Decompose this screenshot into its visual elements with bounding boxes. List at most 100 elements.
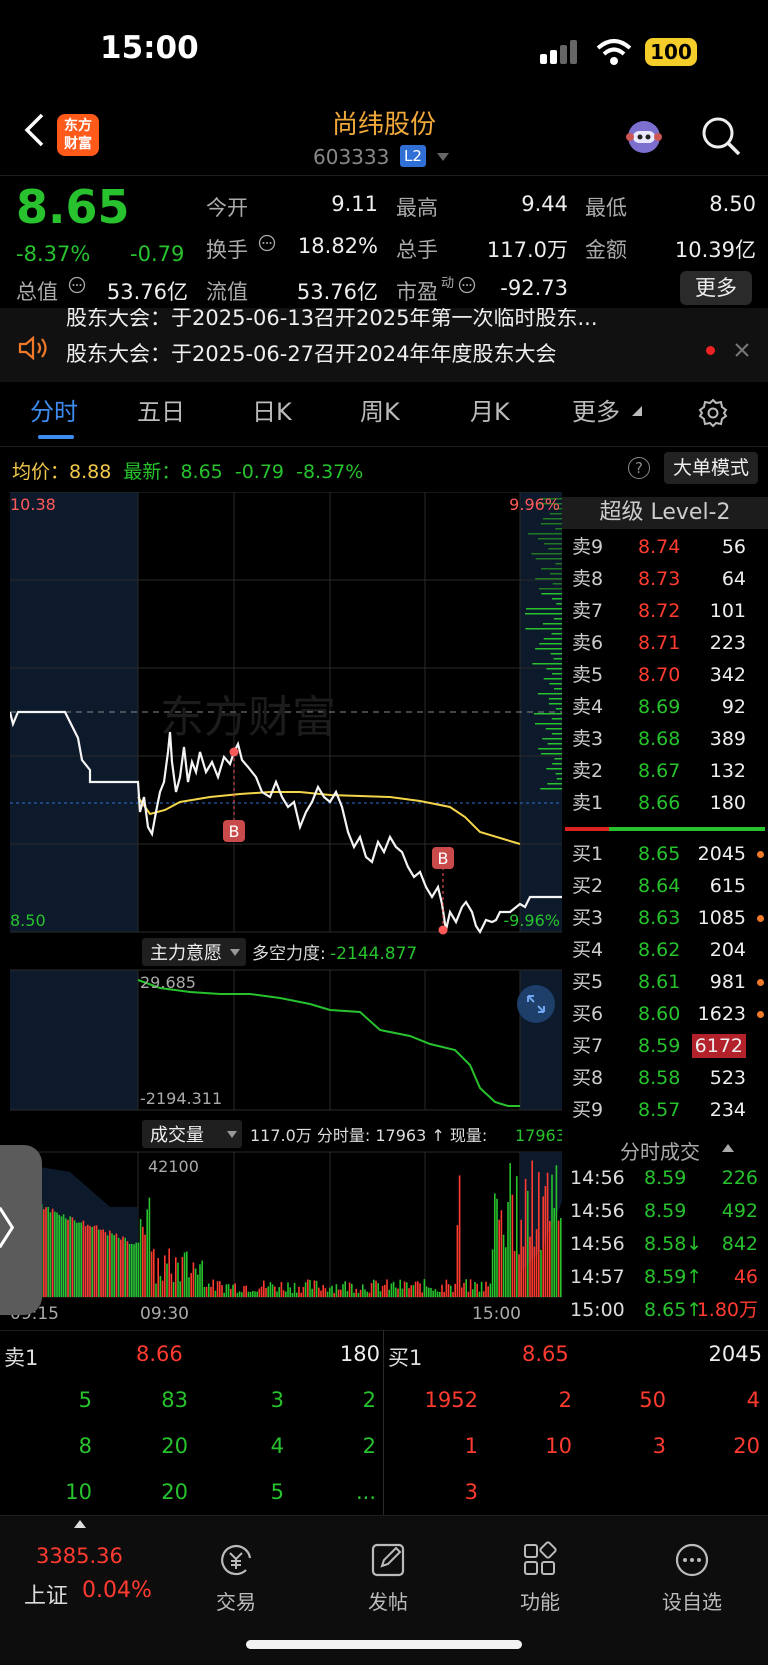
ask-row[interactable]: 卖3 8.68 389	[572, 723, 768, 755]
volume-bar	[546, 1172, 549, 1297]
low-label: 最低	[585, 196, 627, 220]
expand-button[interactable]	[517, 985, 555, 1023]
level-volume: 981	[709, 971, 746, 993]
bid-row[interactable]: 买5 8.61 981	[572, 966, 768, 998]
queue-buy-label: 买1	[388, 1346, 423, 1370]
ask-row[interactable]: 卖6 8.71 223	[572, 627, 768, 659]
tick-row: 14:56 8.59 226	[570, 1162, 766, 1194]
tab-daily-k[interactable]: 日K	[252, 392, 292, 427]
tick-trades-title[interactable]: 分时成交	[620, 1136, 700, 1165]
nav-watchlist[interactable]: 设自选	[642, 1540, 742, 1615]
level-label: 买9	[572, 1099, 604, 1121]
info-dots-icon[interactable]	[458, 276, 476, 294]
info-dots-icon[interactable]	[258, 234, 276, 252]
buy-queue-cell: 50	[639, 1388, 666, 1412]
home-indicator[interactable]	[246, 1640, 522, 1649]
open-value: 9.11	[331, 192, 378, 216]
nav-trade[interactable]: 交易	[186, 1540, 286, 1615]
bid-row[interactable]: 买1 8.65 2045	[572, 838, 768, 870]
bid-row[interactable]: 买8 8.58 523	[572, 1062, 768, 1094]
depth-bar	[542, 623, 562, 625]
volume-bar	[104, 1232, 107, 1297]
tab-five-day[interactable]: 五日	[137, 392, 185, 427]
avg-value: 8.88	[69, 461, 112, 483]
volume-bar	[313, 1280, 316, 1297]
nav-functions[interactable]: 功能	[490, 1540, 590, 1615]
volume-bar	[432, 1290, 434, 1297]
ask-row[interactable]: 卖4 8.69 92	[572, 691, 768, 723]
nav-post[interactable]: 发帖	[338, 1540, 438, 1615]
level-price: 8.69	[638, 696, 681, 718]
index-value[interactable]: 3385.36	[36, 1544, 123, 1568]
ask-row[interactable]: 卖7 8.72 101	[572, 595, 768, 627]
depth-bar	[526, 608, 562, 610]
queue-sell-label: 卖1	[4, 1346, 39, 1370]
volume-bar	[179, 1281, 181, 1297]
volume-bar	[410, 1285, 412, 1297]
volume-bar	[456, 1225, 459, 1297]
pct-axis-low: -9.96%	[503, 911, 560, 930]
intraday-chart[interactable]: 东方财富 B B 10.38 8.50 9.96% -9.96% 主力意愿 多空…	[10, 492, 562, 1322]
float-cap-value: 53.76亿	[296, 280, 378, 304]
depth-bar	[543, 678, 562, 680]
help-icon[interactable]: ?	[628, 457, 650, 479]
volume-bar	[274, 1286, 276, 1297]
level-price: 8.61	[638, 971, 681, 993]
tick-row: 14:56 8.59 492	[570, 1195, 766, 1227]
volume-bar	[254, 1291, 256, 1297]
volume-bar	[144, 1234, 146, 1297]
ask-row[interactable]: 卖5 8.70 342	[572, 659, 768, 691]
bid-row[interactable]: 买7 8.59 6172	[572, 1030, 768, 1062]
depth-bar	[554, 758, 562, 760]
more-quote-button[interactable]: 更多	[680, 271, 752, 305]
side-drawer-handle[interactable]: 〉	[0, 1145, 42, 1315]
notice-banner[interactable]: 股东大会：于2025-06-13召开2025年第一次临时股东... 股东大会：于…	[0, 308, 768, 382]
close-icon[interactable]	[734, 342, 750, 358]
bid-row[interactable]: 买2 8.64 615	[572, 870, 768, 902]
tab-intraday[interactable]: 分时	[30, 392, 78, 427]
level-volume: 1623	[697, 1003, 746, 1025]
volume-bar	[128, 1244, 131, 1297]
tab-weekly-k[interactable]: 周K	[360, 392, 400, 427]
volume-bar	[322, 1284, 324, 1297]
volume-bar	[131, 1243, 133, 1297]
tick-volume: 492	[721, 1200, 758, 1222]
volume-bar	[278, 1287, 280, 1297]
depth-bar	[548, 548, 562, 550]
depth-bar	[555, 528, 562, 530]
bid-row[interactable]: 买4 8.62 204	[572, 934, 768, 966]
ask-row[interactable]: 卖2 8.67 132	[572, 755, 768, 787]
tick-price: 8.58↓	[644, 1233, 703, 1255]
caret-up-icon[interactable]	[722, 1144, 734, 1152]
bid-row[interactable]: 买6 8.60 1623	[572, 998, 768, 1030]
tab-monthly-k[interactable]: 月K	[470, 392, 510, 427]
volume-bar	[483, 1291, 485, 1297]
depth-bar	[538, 748, 562, 750]
level-volume: 342	[709, 664, 746, 686]
depth-bar	[540, 523, 562, 525]
volume-bar	[267, 1286, 269, 1297]
ask-row[interactable]: 卖1 8.66 180	[572, 787, 768, 819]
index-name[interactable]: 上证	[24, 1578, 68, 1610]
info-dots-icon[interactable]	[68, 276, 86, 294]
caret-down-icon[interactable]	[437, 153, 449, 161]
volume-bar	[370, 1283, 373, 1297]
search-icon[interactable]	[700, 115, 742, 157]
ask-row[interactable]: 卖9 8.74 56	[572, 531, 768, 563]
bid-row[interactable]: 买9 8.57 234	[572, 1094, 768, 1126]
level-volume: 615	[709, 875, 746, 897]
index-percent[interactable]: 0.04%	[82, 1578, 152, 1603]
bid-row[interactable]: 买3 8.63 1085	[572, 902, 768, 934]
volume-bar	[157, 1258, 159, 1297]
indicator-label: 多空力度:	[252, 944, 326, 964]
robot-assistant-icon[interactable]	[623, 115, 665, 157]
volume-bar	[98, 1229, 100, 1297]
watermark: 东方财富	[160, 693, 336, 742]
level-badge[interactable]: L2	[400, 145, 426, 167]
volume-bar	[480, 1281, 483, 1297]
ask-row[interactable]: 卖8 8.73 64	[572, 563, 768, 595]
big-order-mode-button[interactable]: 大单模式	[664, 452, 758, 484]
settings-gear-icon[interactable]	[698, 398, 728, 428]
tab-more[interactable]: 更多	[572, 392, 620, 427]
nav-trade-label: 交易	[216, 1590, 256, 1614]
